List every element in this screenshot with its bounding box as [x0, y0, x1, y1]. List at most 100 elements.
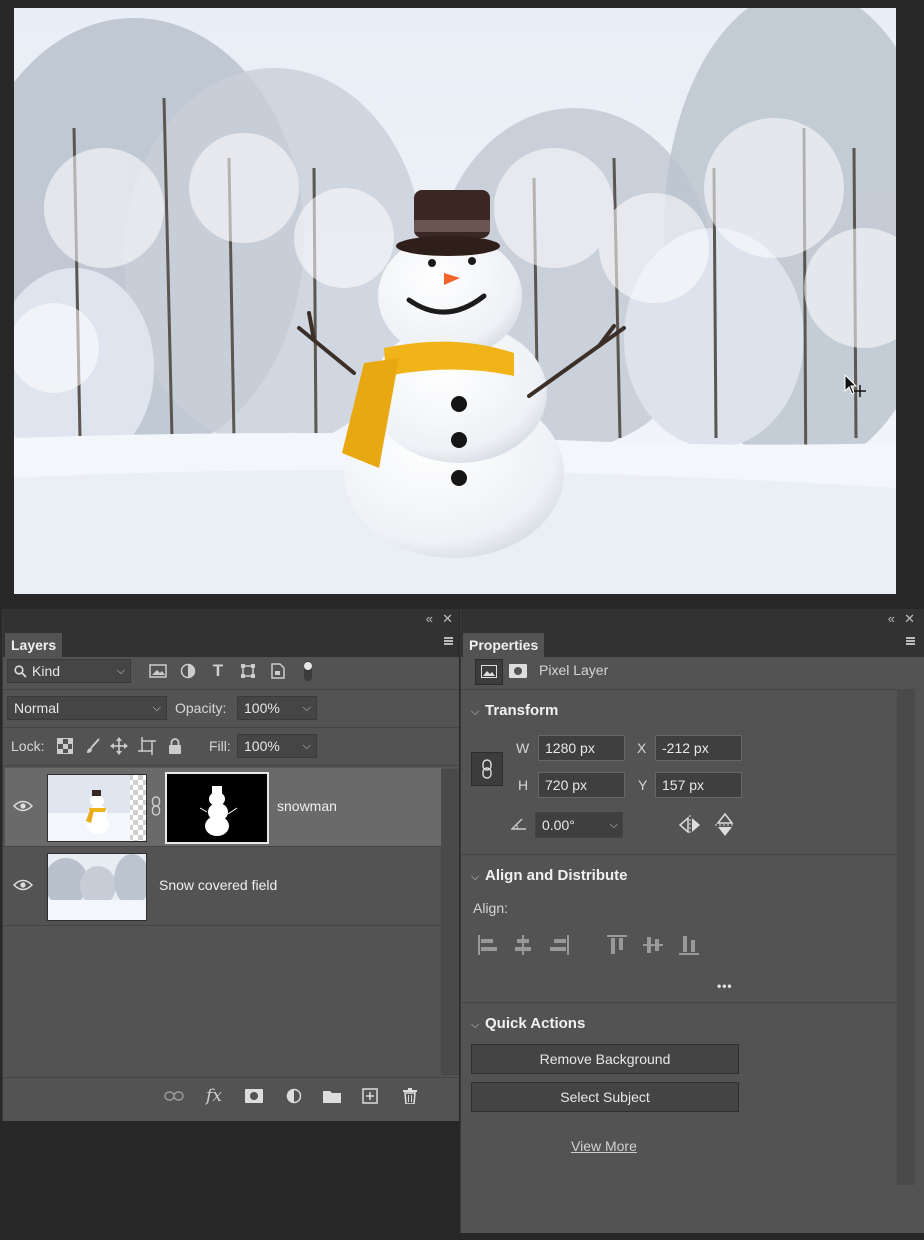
flip-horizontal-icon[interactable] [678, 815, 702, 835]
layer-name[interactable]: Snow covered field [159, 877, 277, 893]
view-more-link[interactable]: View More [571, 1138, 637, 1154]
snowman-scene-image [14, 8, 896, 594]
divider [461, 854, 897, 855]
lock-artboard-icon[interactable] [137, 736, 157, 756]
layer-row-snowman[interactable]: snowman [5, 768, 441, 846]
quick-actions-title: Quick Actions [485, 1015, 586, 1032]
lock-all-icon[interactable] [165, 736, 185, 756]
align-horizontal-center-icon[interactable] [512, 934, 534, 956]
layer-type-label: Pixel Layer [539, 662, 609, 678]
blend-mode-select[interactable]: Normal ⌵ [7, 696, 167, 720]
fill-field[interactable]: 100% ⌵ [237, 734, 317, 758]
angle-value: 0.00° [542, 817, 575, 833]
layer-mask-thumbnail[interactable] [165, 772, 269, 844]
eye-icon[interactable] [13, 879, 33, 891]
opacity-field[interactable]: 100% ⌵ [237, 696, 317, 720]
close-panel-icon[interactable]: ✕ [442, 611, 453, 627]
align-label: Align: [473, 900, 509, 916]
layer-row-snow-covered-field[interactable]: Snow covered field [5, 847, 441, 925]
remove-background-button[interactable]: Remove Background [471, 1044, 739, 1074]
divider [3, 765, 459, 766]
layers-tabbar: Layers [3, 629, 459, 657]
angle-field[interactable]: 0.00° ⌵ [535, 812, 623, 838]
filter-pixel-icon[interactable] [147, 661, 169, 681]
document-canvas-area[interactable] [0, 0, 924, 605]
height-field[interactable]: 720 px [538, 772, 625, 798]
layer-thumbnail[interactable] [47, 853, 147, 921]
chevron-down-icon[interactable]: ⌵ [303, 735, 311, 757]
divider [3, 727, 459, 728]
mask-properties-icon[interactable] [505, 659, 531, 683]
properties-tabbar: Properties [461, 629, 924, 657]
layer-thumbnail[interactable] [47, 774, 147, 842]
lock-image-pixels-icon[interactable] [83, 736, 103, 756]
filter-smart-object-icon[interactable] [267, 661, 289, 681]
lock-position-icon[interactable] [109, 736, 129, 756]
new-layer-icon[interactable] [359, 1086, 381, 1106]
lock-transparent-pixels-icon[interactable] [55, 736, 75, 756]
angle-icon [511, 818, 526, 830]
add-mask-icon[interactable] [243, 1086, 265, 1106]
tab-properties[interactable]: Properties [463, 633, 545, 657]
close-panel-icon[interactable]: ✕ [904, 611, 915, 627]
link-dimensions-button[interactable] [471, 752, 503, 786]
select-subject-button[interactable]: Select Subject [471, 1082, 739, 1112]
y-position-field[interactable]: 157 px [655, 772, 742, 798]
collapse-panel-icon[interactable]: « [888, 611, 895, 627]
align-bottom-icon[interactable] [678, 934, 700, 956]
divider [3, 689, 459, 690]
divider [461, 1002, 897, 1003]
align-section-header[interactable]: ⌵ Align and Distribute [471, 867, 628, 884]
divider [461, 689, 905, 690]
chevron-down-icon[interactable]: ⌵ [610, 813, 618, 837]
divider [3, 925, 441, 926]
tab-layers[interactable]: Layers [5, 633, 63, 657]
chevron-down-icon[interactable]: ⌵ [303, 697, 311, 719]
chain-link-icon [482, 759, 492, 779]
layers-panel: « ✕ Layers Kind ⌵ T Normal ⌵ Opacity: 10… [2, 609, 459, 1121]
x-position-field[interactable]: -212 px [655, 735, 742, 761]
align-right-icon[interactable] [548, 934, 570, 956]
align-left-icon[interactable] [477, 934, 499, 956]
blend-mode-value: Normal [14, 700, 60, 716]
align-top-icon[interactable] [606, 934, 628, 956]
folder-icon[interactable] [321, 1086, 343, 1106]
filter-shape-icon[interactable] [237, 661, 259, 681]
quick-actions-section-header[interactable]: ⌵ Quick Actions [471, 1015, 585, 1032]
pixel-layer-icon[interactable] [475, 659, 503, 685]
panel-menu-icon[interactable] [906, 637, 915, 645]
align-vertical-center-icon[interactable] [642, 934, 664, 956]
layer-filter-select[interactable]: Kind ⌵ [7, 659, 131, 683]
fill-label: Fill: [209, 738, 231, 754]
collapse-panel-icon[interactable]: « [426, 611, 433, 627]
fx-icon[interactable]: fx [203, 1086, 225, 1106]
height-label: H [518, 777, 529, 793]
x-label: X [637, 740, 647, 756]
transform-title: Transform [485, 702, 559, 719]
link-layers-icon[interactable] [163, 1086, 185, 1106]
trash-icon[interactable] [399, 1086, 421, 1106]
chevron-down-icon: ⌵ [471, 706, 480, 718]
width-field[interactable]: 1280 px [538, 735, 625, 761]
layers-bottom-toolbar: fx [3, 1077, 459, 1114]
filter-toggle-icon[interactable] [299, 659, 317, 683]
eye-icon[interactable] [13, 800, 33, 812]
chevron-down-icon: ⌵ [116, 665, 125, 677]
filter-adjustment-icon[interactable] [177, 661, 199, 681]
image-canvas[interactable] [14, 8, 896, 594]
opacity-label: Opacity: [175, 700, 227, 716]
flip-vertical-icon[interactable] [715, 812, 735, 838]
panel-menu-icon[interactable] [444, 637, 453, 645]
chevron-down-icon: ⌵ [152, 702, 161, 714]
link-icon[interactable] [151, 796, 161, 816]
filter-type-icon[interactable]: T [207, 661, 229, 681]
lock-label: Lock: [11, 738, 45, 754]
properties-scrollbar[interactable] [897, 689, 915, 1185]
layers-scrollbar[interactable] [441, 769, 459, 1075]
chevron-down-icon: ⌵ [471, 1019, 480, 1031]
more-options-icon[interactable]: ••• [717, 979, 733, 993]
transform-section-header[interactable]: ⌵ Transform [471, 702, 558, 719]
opacity-value: 100% [244, 700, 280, 716]
adjustment-layer-icon[interactable] [283, 1086, 305, 1106]
layer-name[interactable]: snowman [277, 798, 337, 814]
